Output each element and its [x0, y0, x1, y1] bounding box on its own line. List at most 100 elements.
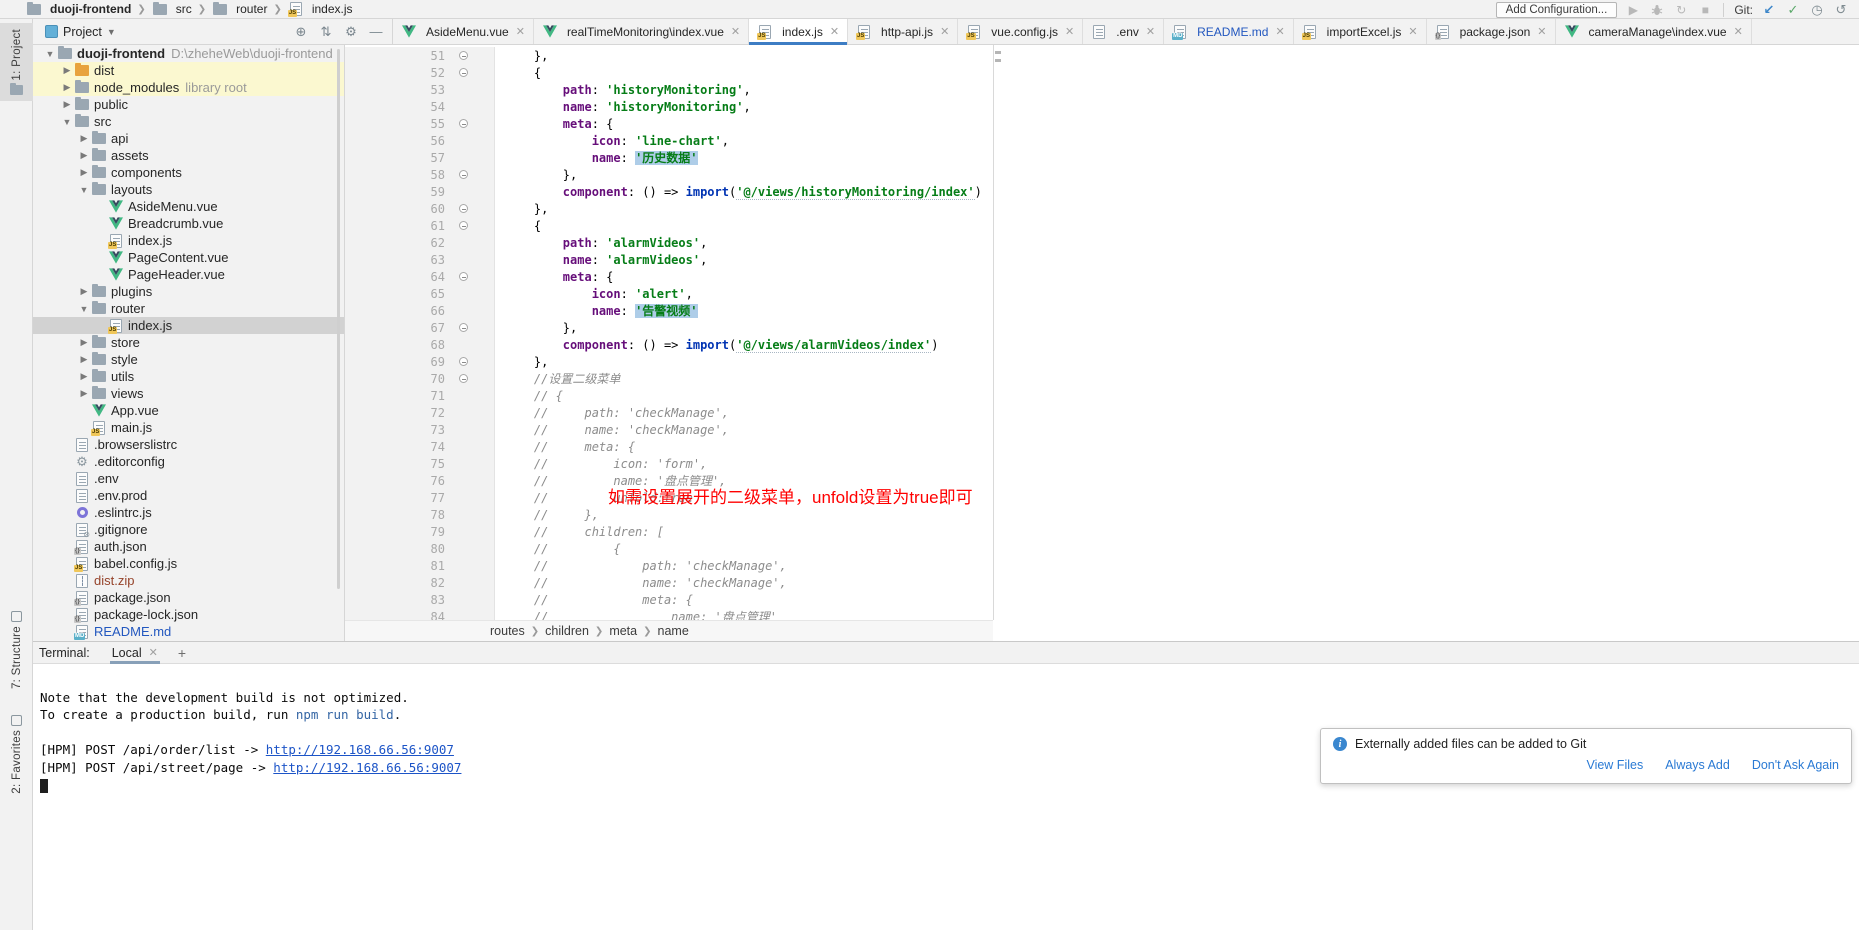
editor-breadcrumb-meta[interactable]: meta — [609, 624, 637, 638]
tree-item-src[interactable]: ▼src — [33, 113, 344, 130]
tree-item-index-js[interactable]: JSindex.js — [33, 232, 344, 249]
chevron-right-icon[interactable]: ▶ — [77, 371, 91, 382]
tree-item-style[interactable]: ▶style — [33, 351, 344, 368]
chevron-right-icon[interactable]: ▶ — [77, 388, 91, 399]
fold-marker-icon[interactable] — [445, 170, 481, 179]
chevron-right-icon[interactable]: ▶ — [77, 286, 91, 297]
close-icon[interactable]: ✕ — [731, 25, 740, 38]
git-update-icon[interactable]: ↙ — [1761, 2, 1777, 18]
chevron-right-icon[interactable]: ▶ — [60, 82, 74, 93]
fold-marker-icon[interactable] — [445, 323, 481, 332]
locate-file-icon[interactable]: ⊕ — [291, 24, 311, 40]
tree-item-index-js[interactable]: JSindex.js — [33, 317, 344, 334]
tree-item-layouts[interactable]: ▼layouts — [33, 181, 344, 198]
fold-marker-icon[interactable] — [445, 221, 481, 230]
close-icon[interactable]: ✕ — [1408, 25, 1417, 38]
tree-item-api[interactable]: ▶api — [33, 130, 344, 147]
fold-marker-icon[interactable] — [445, 68, 481, 77]
git-commit-icon[interactable]: ✓ — [1785, 2, 1801, 18]
tool-window-structure-button[interactable]: 7: Structure — [0, 611, 33, 689]
chevron-right-icon[interactable]: ▶ — [77, 354, 91, 365]
new-terminal-button[interactable]: + — [170, 645, 194, 661]
tree-item--env[interactable]: .env — [33, 470, 344, 487]
chevron-right-icon[interactable]: ▶ — [77, 337, 91, 348]
chevron-right-icon[interactable]: ▶ — [60, 99, 74, 110]
editor-breadcrumb-name[interactable]: name — [658, 624, 689, 638]
tree-item-duoji-frontend[interactable]: ▼duoji-frontendD:\zheheWeb\duoji-fronten… — [33, 45, 344, 62]
editor-tab-vue-config-js[interactable]: JSvue.config.js✕ — [958, 19, 1083, 44]
chevron-down-icon[interactable]: ▼ — [43, 49, 57, 59]
chevron-down-icon[interactable]: ▼ — [77, 304, 91, 314]
tree-item-babel-config-js[interactable]: JSbabel.config.js — [33, 555, 344, 572]
breadcrumb-item[interactable]: router — [212, 1, 267, 17]
editor-breadcrumb-routes[interactable]: routes — [490, 624, 525, 638]
tree-item-assets[interactable]: ▶assets — [33, 147, 344, 164]
tree-item-app-vue[interactable]: App.vue — [33, 402, 344, 419]
close-icon[interactable]: ✕ — [1275, 25, 1284, 38]
tree-item-utils[interactable]: ▶utils — [33, 368, 344, 385]
close-icon[interactable]: ✕ — [1537, 25, 1546, 38]
run-icon[interactable]: ▶ — [1625, 2, 1641, 18]
panel-settings-icon[interactable]: ⚙ — [341, 24, 361, 40]
close-icon[interactable]: ✕ — [1734, 25, 1743, 38]
tool-window-favorites-button[interactable]: 2: Favorites — [0, 715, 33, 794]
tree-item-pageheader-vue[interactable]: PageHeader.vue — [33, 266, 344, 283]
tree-item-readme-md[interactable]: MDREADME.md — [33, 623, 344, 640]
editor-tab-index-js[interactable]: JSindex.js✕ — [749, 19, 848, 44]
notification-action-always-add[interactable]: Always Add — [1665, 758, 1730, 772]
tree-item-dist-zip[interactable]: dist.zip — [33, 572, 344, 589]
tree-item-store[interactable]: ▶store — [33, 334, 344, 351]
chevron-down-icon[interactable]: ▼ — [60, 117, 74, 127]
editor-tab-cameramanage-index-vue[interactable]: cameraManage\index.vue✕ — [1556, 19, 1752, 44]
chevron-down-icon[interactable]: ▼ — [77, 185, 91, 195]
editor-tab-realtimemonitoring-index-vue[interactable]: realTimeMonitoring\index.vue✕ — [534, 19, 749, 44]
project-tree-scrollbar[interactable] — [337, 49, 340, 589]
stop-icon[interactable]: ■ — [1697, 2, 1713, 18]
tree-item-plugins[interactable]: ▶plugins — [33, 283, 344, 300]
code-editor[interactable]: 51 },52 {53 path: 'historyMonitoring',54… — [345, 45, 1859, 641]
tree-item-breadcrumb-vue[interactable]: Breadcrumb.vue — [33, 215, 344, 232]
chevron-right-icon[interactable]: ▶ — [77, 133, 91, 144]
fold-marker-icon[interactable] — [445, 357, 481, 366]
editor-tab-importexcel-js[interactable]: JSimportExcel.js✕ — [1294, 19, 1427, 44]
breadcrumb-item[interactable]: JSindex.js — [288, 1, 353, 17]
fold-marker-icon[interactable] — [445, 272, 481, 281]
tree-item--gitignore[interactable]: ⊘.gitignore — [33, 521, 344, 538]
profiler-icon[interactable]: ↻ — [1673, 2, 1689, 18]
fold-marker-icon[interactable] — [445, 204, 481, 213]
tree-item-router[interactable]: ▼router — [33, 300, 344, 317]
editor-tab-package-json[interactable]: {}package.json✕ — [1427, 19, 1556, 44]
close-icon[interactable]: ✕ — [1065, 25, 1074, 38]
tree-item-package-json[interactable]: {}package.json — [33, 589, 344, 606]
git-history-icon[interactable]: ◷ — [1809, 2, 1825, 18]
tree-item--editorconfig[interactable]: ⚙.editorconfig — [33, 453, 344, 470]
notification-action-view-files[interactable]: View Files — [1586, 758, 1643, 772]
terminal-link[interactable]: http://192.168.66.56:9007 — [273, 760, 461, 775]
tree-item-package-lock-json[interactable]: {}package-lock.json — [33, 606, 344, 623]
tree-item--browserslistrc[interactable]: .browserslistrc — [33, 436, 344, 453]
fold-marker-icon[interactable] — [445, 374, 481, 383]
tool-window-project-button[interactable]: 1: Project — [0, 23, 33, 101]
tree-item-pagecontent-vue[interactable]: PageContent.vue — [33, 249, 344, 266]
debug-icon[interactable] — [1649, 2, 1665, 18]
hide-panel-icon[interactable]: — — [366, 24, 386, 39]
fold-marker-icon[interactable] — [445, 51, 481, 60]
close-icon[interactable]: ✕ — [149, 646, 158, 659]
close-icon[interactable]: ✕ — [940, 25, 949, 38]
chevron-right-icon[interactable]: ▶ — [77, 167, 91, 178]
tree-item-views[interactable]: ▶views — [33, 385, 344, 402]
editor-tab-http-api-js[interactable]: JShttp-api.js✕ — [848, 19, 958, 44]
close-icon[interactable]: ✕ — [516, 25, 525, 38]
breadcrumb-item[interactable]: duoji-frontend — [26, 1, 131, 17]
chevron-right-icon[interactable]: ▶ — [60, 65, 74, 76]
tree-item-public[interactable]: ▶public — [33, 96, 344, 113]
notification-action-don-t-ask-again[interactable]: Don't Ask Again — [1752, 758, 1839, 772]
code-area[interactable]: 51 },52 {53 path: 'historyMonitoring',54… — [345, 47, 1859, 622]
close-icon[interactable]: ✕ — [1146, 25, 1155, 38]
collapse-all-icon[interactable]: ⇅ — [316, 24, 336, 40]
tree-item-auth-json[interactable]: {}auth.json — [33, 538, 344, 555]
terminal-tab-local[interactable]: Local ✕ — [104, 642, 166, 664]
breadcrumb-item[interactable]: src — [152, 1, 192, 17]
close-icon[interactable]: ✕ — [830, 25, 839, 38]
chevron-right-icon[interactable]: ▶ — [77, 150, 91, 161]
